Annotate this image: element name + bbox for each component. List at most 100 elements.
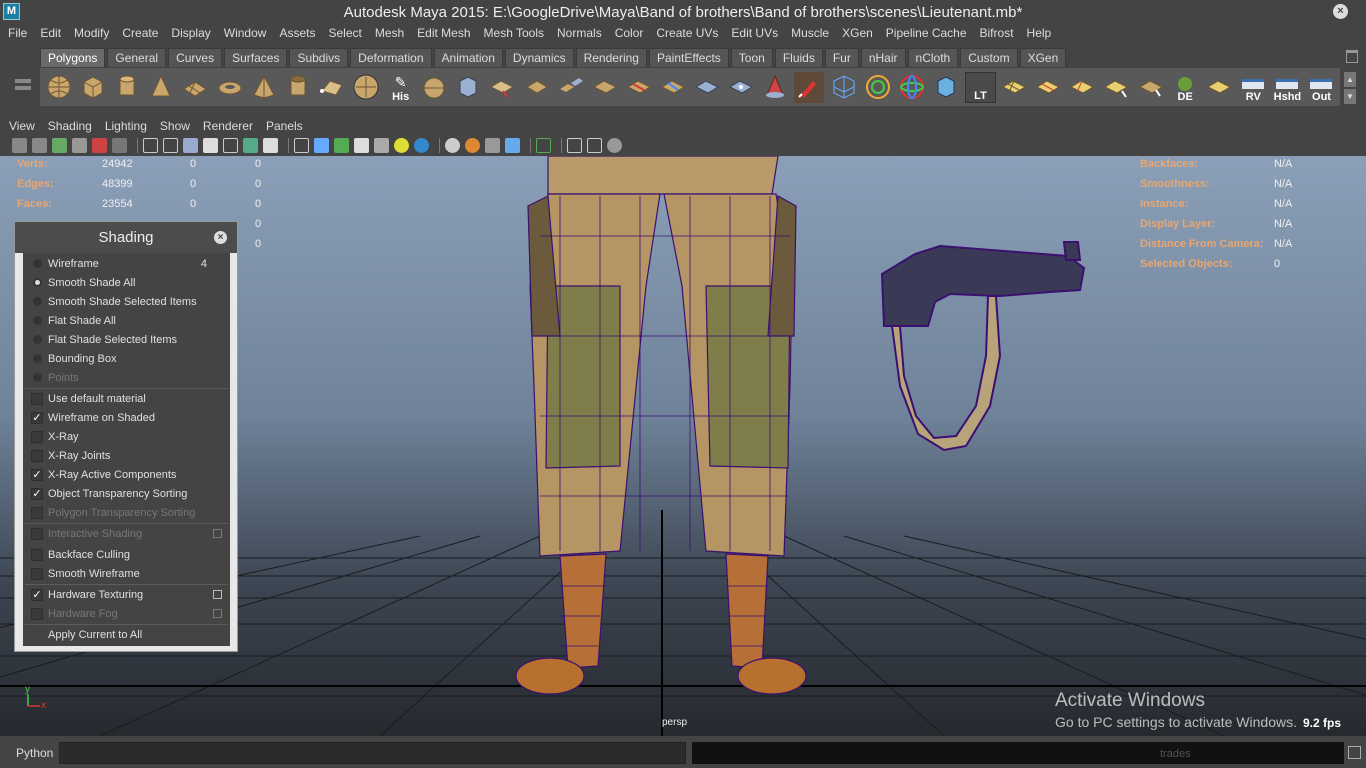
shelf-tab-painteffects[interactable]: PaintEffects: [648, 48, 729, 67]
poly-pyramid-icon[interactable]: [249, 72, 279, 103]
smooth-wireframe-option[interactable]: Smooth Wireframe: [23, 564, 230, 583]
menu-edit[interactable]: Edit: [40, 26, 61, 40]
grid-icon[interactable]: [143, 138, 158, 153]
image-plane-icon[interactable]: [72, 138, 87, 153]
apply-current-to-all-option[interactable]: Apply Current to All: [23, 625, 230, 644]
menu-help[interactable]: Help: [1027, 26, 1052, 40]
hardware-texturing-option[interactable]: ✓ Hardware Texturing: [23, 585, 230, 604]
smooth-shade-mode-icon[interactable]: [314, 138, 329, 153]
xray-joints-option[interactable]: X-Ray Joints: [23, 446, 230, 465]
script-editor-icon[interactable]: [1348, 746, 1361, 759]
shelf-tab-fur[interactable]: Fur: [824, 48, 859, 67]
shelf-tab-dynamics[interactable]: Dynamics: [504, 48, 574, 67]
menu-pipeline-cache[interactable]: Pipeline Cache: [886, 26, 967, 40]
option-box-icon[interactable]: [213, 590, 222, 599]
menu-window[interactable]: Window: [224, 26, 267, 40]
shelf-tab-nhair[interactable]: nHair: [860, 48, 906, 67]
bounding-box-option[interactable]: Bounding Box: [23, 349, 230, 368]
command-input[interactable]: [59, 742, 686, 764]
uv-planar-icon[interactable]: [999, 72, 1029, 103]
wireframe-mode-icon[interactable]: [294, 138, 309, 153]
menu-display[interactable]: Display: [171, 26, 210, 40]
camera-select-icon[interactable]: [12, 138, 27, 153]
panel-menu-shading[interactable]: Shading: [48, 119, 92, 133]
rotate-gizmo-icon[interactable]: [897, 72, 927, 103]
object-transparency-sorting-option[interactable]: ✓ Object Transparency Sorting: [23, 484, 230, 503]
menu-edit-mesh[interactable]: Edit Mesh: [417, 26, 470, 40]
shelf-tab-deformation[interactable]: Deformation: [350, 48, 432, 67]
menu-create[interactable]: Create: [122, 26, 158, 40]
shelf-tab-rendering[interactable]: Rendering: [575, 48, 647, 67]
film-gate-icon[interactable]: [112, 138, 127, 153]
smooth-shade-all-option[interactable]: Smooth Shade All: [23, 273, 230, 292]
share-icon[interactable]: [607, 138, 622, 153]
scroll-up-icon[interactable]: ▲: [1344, 72, 1356, 87]
menu-edit-uvs[interactable]: Edit UVs: [731, 26, 778, 40]
safe-action-icon[interactable]: [223, 138, 238, 153]
poly-cone-icon[interactable]: [146, 72, 176, 103]
sphere-gizmo-icon[interactable]: [863, 72, 893, 103]
insert-edge-loop-icon[interactable]: [658, 72, 688, 103]
smooth-icon[interactable]: [351, 72, 381, 103]
trash-icon[interactable]: [1346, 50, 1358, 63]
uv-cut-icon[interactable]: [1136, 72, 1166, 103]
menu-muscle[interactable]: Muscle: [791, 26, 829, 40]
append-icon[interactable]: [590, 72, 620, 103]
lattice-icon[interactable]: [828, 72, 858, 103]
poly-cylinder-icon[interactable]: [112, 72, 142, 103]
de-icon[interactable]: DE: [1170, 72, 1201, 103]
shelf-tab-surfaces[interactable]: Surfaces: [224, 48, 288, 67]
panel-menu-show[interactable]: Show: [160, 119, 190, 133]
maya-app-icon[interactable]: M: [3, 3, 20, 20]
fluids-icon[interactable]: [243, 138, 258, 153]
menu-xgen[interactable]: XGen: [842, 26, 873, 40]
menu-create-uvs[interactable]: Create UVs: [656, 26, 718, 40]
transfer-icon[interactable]: [931, 72, 961, 103]
motion-blur-icon[interactable]: [465, 138, 480, 153]
camera-attributes-icon[interactable]: [32, 138, 47, 153]
command-language-button[interactable]: Python: [16, 746, 53, 760]
shelf-handle[interactable]: [14, 76, 32, 106]
resolution-gate-icon[interactable]: [163, 138, 178, 153]
shelf-tab-general[interactable]: General: [107, 48, 167, 67]
menu-file[interactable]: File: [8, 26, 27, 40]
close-window-icon[interactable]: ×: [1333, 4, 1348, 19]
panel-menu-panels[interactable]: Panels: [266, 119, 303, 133]
isolate-select-icon[interactable]: [536, 138, 551, 153]
history-icon[interactable]: ✎ His: [385, 72, 416, 103]
menu-mesh[interactable]: Mesh: [375, 26, 404, 40]
shelf-tab-toon[interactable]: Toon: [730, 48, 773, 67]
combine-icon[interactable]: [419, 72, 449, 103]
extract-icon[interactable]: [487, 72, 517, 103]
uv-cylindrical-icon[interactable]: [1033, 72, 1063, 103]
xray-mode-icon[interactable]: [374, 138, 389, 153]
xray-option[interactable]: X-Ray: [23, 427, 230, 446]
shading-panel-title[interactable]: Shading: [15, 222, 237, 253]
menu-assets[interactable]: Assets: [279, 26, 315, 40]
shelf-tab-animation[interactable]: Animation: [433, 48, 503, 67]
wireframe-option[interactable]: Wireframe 4: [23, 254, 230, 273]
bookmarks-icon[interactable]: [52, 138, 67, 153]
wireframe-on-shaded-mode-icon[interactable]: [334, 138, 349, 153]
scroll-down-icon[interactable]: ▼: [1344, 89, 1356, 104]
textured-mode-icon[interactable]: [354, 138, 369, 153]
xray-active-components-option[interactable]: ✓ X-Ray Active Components: [23, 465, 230, 484]
create-polygon-icon[interactable]: [317, 72, 347, 103]
separate-icon[interactable]: [453, 72, 483, 103]
four-pane-icon[interactable]: [587, 138, 602, 153]
menu-normals[interactable]: Normals: [557, 26, 602, 40]
shelf-tab-polygons[interactable]: Polygons: [40, 48, 106, 67]
depth-of-field-icon[interactable]: [505, 138, 520, 153]
hshd-icon[interactable]: Hshd: [1272, 72, 1303, 103]
shelf-tab-xgen[interactable]: XGen: [1019, 48, 1067, 67]
uv-layout-icon[interactable]: [1204, 72, 1234, 103]
panel-menu-view[interactable]: View: [9, 119, 35, 133]
grease-pencil-icon[interactable]: [92, 138, 107, 153]
shadows-icon[interactable]: [414, 138, 429, 153]
poly-torus-icon[interactable]: [215, 72, 245, 103]
offset-edge-icon[interactable]: [692, 72, 722, 103]
menu-mesh-tools[interactable]: Mesh Tools: [484, 26, 544, 40]
sculpt-icon[interactable]: [760, 72, 790, 103]
shelf-tab-custom[interactable]: Custom: [960, 48, 1018, 67]
uv-automatic-icon[interactable]: [1101, 72, 1131, 103]
